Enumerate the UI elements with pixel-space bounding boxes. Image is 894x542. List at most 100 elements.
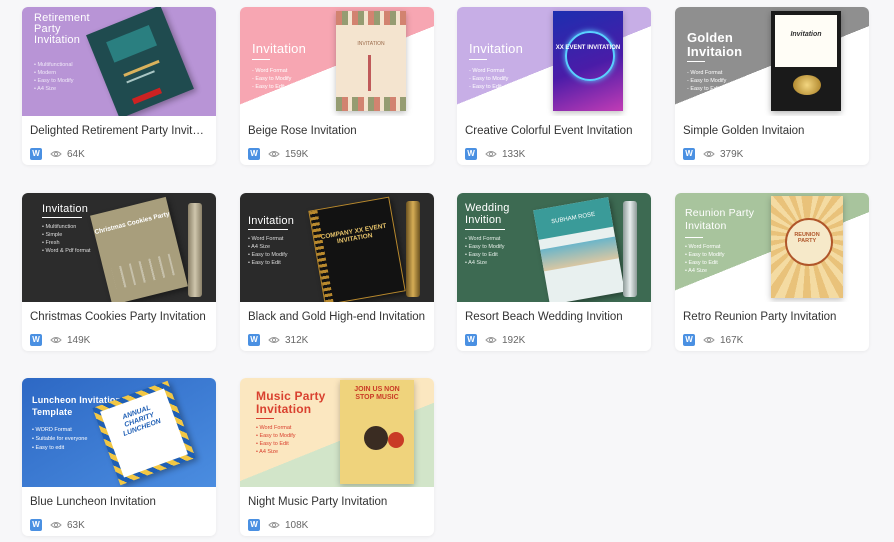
template-title[interactable]: Night Music Party Invitation bbox=[248, 496, 428, 508]
template-thumbnail[interactable]: Music Party Invitation • Word Format • Ea… bbox=[240, 378, 434, 487]
view-count: 64K bbox=[67, 148, 85, 160]
thumb-bullets: • Word Format • A4 Size • Easy to Modify • … bbox=[248, 236, 288, 266]
view-count: 312K bbox=[285, 334, 309, 346]
divider bbox=[687, 61, 705, 62]
word-icon: W bbox=[465, 334, 477, 346]
rolled-paper bbox=[406, 201, 420, 297]
template-title[interactable]: Blue Luncheon Invitation bbox=[30, 496, 210, 508]
eye-icon bbox=[485, 337, 497, 343]
view-count: 379K bbox=[720, 148, 744, 160]
template-card[interactable]: Invitation - Word Format - Easy to Modify… bbox=[240, 7, 434, 165]
thumb-bullets: • Word Format • Easy to Modify • Easy to E… bbox=[256, 425, 296, 455]
template-thumbnail[interactable]: Wedding Invition • Word Format • Easy to … bbox=[457, 193, 651, 302]
word-icon: W bbox=[248, 148, 260, 160]
thumb-bullets: • WORD Format • Suitable for everyone • Ea… bbox=[32, 427, 88, 451]
divider bbox=[256, 418, 274, 419]
word-icon: W bbox=[683, 148, 695, 160]
invitation-document: XX EVENT INVITATION bbox=[553, 11, 623, 111]
view-count: 167K bbox=[720, 334, 744, 346]
template-meta: W 133K bbox=[465, 148, 525, 160]
invitation-document: Christmas Cookies Party bbox=[90, 196, 188, 302]
template-card[interactable]: Golden Invitaion - Word Format - Easy to … bbox=[675, 7, 869, 165]
template-meta: W 108K bbox=[248, 519, 308, 531]
thumb-heading: Invitation bbox=[469, 41, 524, 56]
template-thumbnail[interactable]: Invitation - Word Format - Easy to Modify… bbox=[240, 7, 434, 116]
template-title[interactable]: Creative Colorful Event Invitation bbox=[465, 125, 645, 137]
thumb-heading: Invitation bbox=[252, 41, 307, 56]
template-meta: W 192K bbox=[465, 334, 525, 346]
word-icon: W bbox=[683, 334, 695, 346]
doc-text: JOIN US NON STOP MUSIC bbox=[354, 386, 400, 401]
template-card[interactable]: Invitation - Word Format - Easy to Modify… bbox=[457, 7, 651, 165]
template-title[interactable]: Christmas Cookies Party Invitation bbox=[30, 311, 210, 323]
template-meta: W 312K bbox=[248, 334, 308, 346]
eye-icon bbox=[50, 522, 62, 528]
view-count: 192K bbox=[502, 334, 526, 346]
template-title[interactable]: Black and Gold High-end Invitation bbox=[248, 311, 428, 323]
word-icon: W bbox=[30, 148, 42, 160]
view-count: 108K bbox=[285, 519, 309, 531]
eye-icon bbox=[485, 151, 497, 157]
view-count: 159K bbox=[285, 148, 309, 160]
template-card[interactable]: Retirement Party Invitation • Multifunct… bbox=[22, 7, 216, 165]
eye-icon bbox=[268, 337, 280, 343]
thumb-heading: Invitation bbox=[42, 203, 89, 215]
template-meta: W 379K bbox=[683, 148, 743, 160]
thumb-bullets: • Word Format • Easy to Modify • Easy to E… bbox=[685, 244, 725, 274]
template-meta: W 63K bbox=[30, 519, 85, 531]
invitation-document: Invitation bbox=[771, 11, 841, 111]
template-card[interactable]: Reunion Party Invitaton • Word Format • E… bbox=[675, 193, 869, 351]
thumb-heading: Wedding Invition bbox=[465, 202, 510, 226]
divider bbox=[465, 229, 505, 230]
template-title[interactable]: Resort Beach Wedding Invition bbox=[465, 311, 645, 323]
template-thumbnail[interactable]: Retirement Party Invitation • Multifunct… bbox=[22, 7, 216, 116]
divider bbox=[469, 59, 487, 60]
doc-text: Christmas Cookies Party bbox=[93, 210, 171, 237]
eye-icon bbox=[50, 151, 62, 157]
template-grid: Retirement Party Invitation • Multifunct… bbox=[0, 0, 894, 542]
word-icon: W bbox=[248, 334, 260, 346]
eye-icon bbox=[703, 337, 715, 343]
template-meta: W 167K bbox=[683, 334, 743, 346]
rolled-paper bbox=[188, 203, 202, 297]
invitation-document: INVITATION bbox=[336, 11, 406, 111]
template-thumbnail[interactable]: Invitation • Word Format • A4 Size • Easy … bbox=[240, 193, 434, 302]
doc-text: REUNION PARTY bbox=[794, 232, 820, 244]
thumb-bullets: • Multifunction • Simple • Fresh • Word & P… bbox=[42, 224, 91, 254]
template-card[interactable]: Music Party Invitation • Word Format • Ea… bbox=[240, 378, 434, 536]
template-title[interactable]: Delighted Retirement Party Invitation bbox=[30, 125, 210, 137]
doc-text: COMPANY XX EVENT INVITATION bbox=[320, 222, 387, 246]
thumb-bullets: • Word Format • Easy to Modify • Easy to E… bbox=[465, 236, 505, 266]
doc-text: Invitation bbox=[790, 31, 822, 38]
rolled-paper bbox=[623, 201, 637, 297]
template-meta: W 159K bbox=[248, 148, 308, 160]
divider bbox=[685, 237, 703, 238]
template-title[interactable]: Beige Rose Invitation bbox=[248, 125, 428, 137]
template-title[interactable]: Simple Golden Invitaion bbox=[683, 125, 863, 137]
template-title[interactable]: Retro Reunion Party Invitation bbox=[683, 311, 863, 323]
thumb-heading: Invitation bbox=[248, 215, 295, 227]
template-card[interactable]: Invitation • Multifunction • Simple • Fres… bbox=[22, 193, 216, 351]
invitation-document: REUNION PARTY bbox=[771, 196, 843, 298]
thumb-bullets: - Word Format - Easy to Modify - Easy to E… bbox=[252, 68, 292, 90]
doc-text: XX EVENT INVITATION bbox=[555, 45, 621, 51]
eye-icon bbox=[703, 151, 715, 157]
template-card[interactable]: Wedding Invition • Word Format • Easy to … bbox=[457, 193, 651, 351]
invitation-document: COMPANY XX EVENT INVITATION bbox=[308, 196, 406, 302]
template-thumbnail[interactable]: Reunion Party Invitaton • Word Format • E… bbox=[675, 193, 869, 302]
word-icon: W bbox=[465, 148, 477, 160]
doc-text: INVITATION bbox=[357, 41, 385, 47]
template-card[interactable]: Luncheon Invitation Template • WORD Form… bbox=[22, 378, 216, 536]
eye-icon bbox=[268, 522, 280, 528]
template-thumbnail[interactable]: Luncheon Invitation Template • WORD Form… bbox=[22, 378, 216, 487]
invitation-document: SUBHAM ROSE bbox=[533, 197, 625, 302]
divider bbox=[248, 229, 288, 230]
thumb-bullets: - Word Format - Easy to Modify - Easy to E… bbox=[687, 70, 727, 92]
template-thumbnail[interactable]: Invitation • Multifunction • Simple • Fres… bbox=[22, 193, 216, 302]
template-card[interactable]: Invitation • Word Format • A4 Size • Easy … bbox=[240, 193, 434, 351]
view-count: 63K bbox=[67, 519, 85, 531]
template-thumbnail[interactable]: Golden Invitaion - Word Format - Easy to … bbox=[675, 7, 869, 116]
template-thumbnail[interactable]: Invitation - Word Format - Easy to Modify… bbox=[457, 7, 651, 116]
eye-icon bbox=[50, 337, 62, 343]
divider bbox=[42, 217, 82, 218]
